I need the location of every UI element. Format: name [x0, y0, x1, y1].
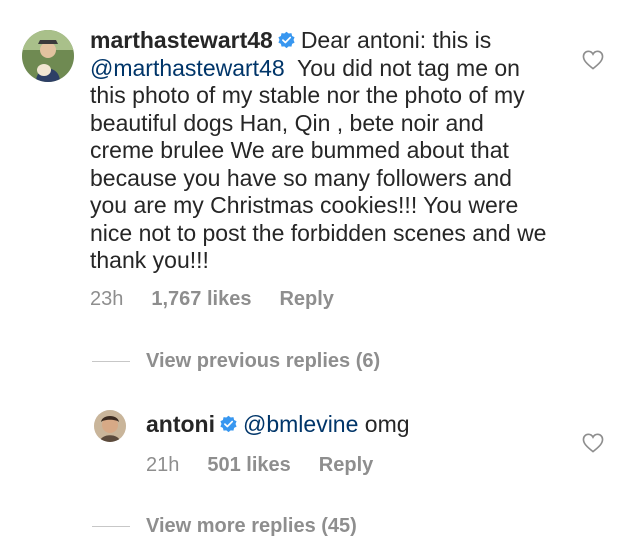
avatar-image — [94, 410, 126, 442]
view-more-replies-label: View more replies (45) — [146, 515, 357, 537]
reply-mention[interactable]: @bmlevine — [243, 411, 358, 437]
avatar-image — [22, 30, 74, 82]
reply-text: omg — [364, 411, 410, 437]
comment-username[interactable]: marthastewart48 — [90, 27, 273, 53]
comment-text-intro: Dear antoni: this is — [300, 27, 492, 53]
reply-button[interactable]: Reply — [279, 288, 333, 310]
view-more-replies-button[interactable]: View more replies (45) — [92, 515, 357, 538]
like-reply-heart-icon[interactable] — [582, 433, 604, 453]
comment-likes[interactable]: 1,767 likes — [151, 288, 251, 310]
divider-line — [92, 526, 130, 528]
reply-comment-meta: 21h 501 likes Reply — [146, 454, 401, 477]
main-comment-meta: 23h 1,767 likes Reply — [90, 288, 362, 311]
reply-time: 21h — [146, 454, 180, 476]
view-previous-replies-button[interactable]: View previous replies (6) — [92, 350, 380, 373]
reply-reply-button[interactable]: Reply — [319, 454, 373, 476]
view-previous-replies-label: View previous replies (6) — [146, 350, 381, 372]
comment-time: 23h — [90, 288, 124, 310]
divider-line — [92, 361, 130, 363]
verified-badge-icon — [277, 31, 296, 50]
verified-badge-icon — [219, 415, 238, 434]
reply-username[interactable]: antoni — [146, 411, 215, 437]
avatar-antoni[interactable] — [94, 410, 126, 442]
reply-likes[interactable]: 501 likes — [207, 454, 290, 476]
main-comment-text: marthastewart48 Dear antoni: this is @mar… — [90, 27, 550, 275]
like-comment-heart-icon[interactable] — [582, 50, 604, 70]
comment-text-body: You did not tag me on this photo of my s… — [90, 54, 547, 274]
comment-mention[interactable]: @marthastewart48 — [90, 55, 285, 81]
avatar-marthastewart48[interactable] — [22, 30, 74, 82]
reply-comment-text: antoni @bmlevine omg — [146, 410, 410, 438]
